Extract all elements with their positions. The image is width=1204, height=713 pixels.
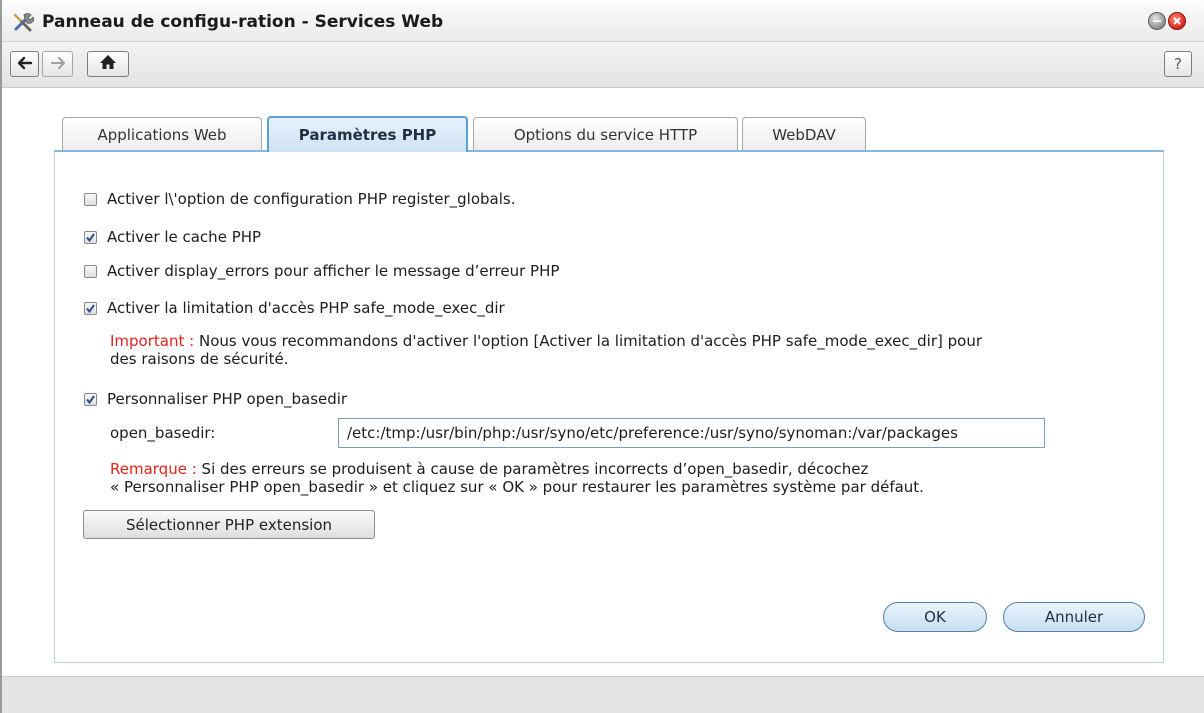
option-safe-mode-exec-dir[interactable]: Activer la limitation d'accès PHP safe_m…	[84, 299, 505, 317]
option-open-basedir[interactable]: Personnaliser PHP open_basedir	[84, 390, 347, 408]
back-button[interactable]	[10, 51, 39, 77]
important-line2: des raisons de sécurité.	[110, 350, 289, 368]
checkbox[interactable]	[84, 264, 97, 278]
cancel-button[interactable]: Annuler	[1003, 602, 1145, 632]
tab-bar: Applications Web Paramètres PHP Options …	[62, 116, 1164, 152]
toolbar: ?	[2, 42, 1204, 88]
select-php-extension-button[interactable]: Sélectionner PHP extension	[83, 510, 375, 539]
option-display-errors[interactable]: Activer display_errors pour afficher le …	[84, 262, 559, 280]
important-lead: Important :	[110, 332, 195, 350]
ok-button[interactable]: OK	[883, 602, 987, 632]
tab-parametres-php[interactable]: Paramètres PHP	[267, 116, 468, 152]
checkbox[interactable]	[84, 301, 97, 315]
important-line1: Nous vous recommandons d'activer l'optio…	[198, 332, 983, 350]
remark-line2: « Personnaliser PHP open_basedir » et cl…	[110, 478, 924, 496]
open-basedir-label: open_basedir:	[110, 424, 216, 442]
tools-icon	[12, 11, 36, 33]
option-label: Activer display_errors pour afficher le …	[107, 262, 560, 280]
option-register-globals[interactable]: Activer l\'option de configuration PHP r…	[84, 190, 515, 208]
help-button[interactable]: ?	[1164, 51, 1192, 77]
home-button[interactable]	[87, 51, 129, 77]
option-label: Activer l\'option de configuration PHP r…	[107, 190, 516, 208]
option-label: Activer le cache PHP	[107, 228, 262, 246]
arrow-left-icon	[17, 55, 33, 74]
minimize-icon[interactable]	[1148, 12, 1166, 30]
status-bar	[2, 676, 1204, 713]
tab-applications-web[interactable]: Applications Web	[62, 117, 262, 151]
checkbox[interactable]	[84, 392, 97, 406]
close-icon[interactable]	[1168, 12, 1186, 30]
tab-options-http[interactable]: Options du service HTTP	[473, 117, 738, 151]
option-php-cache[interactable]: Activer le cache PHP	[84, 228, 261, 246]
option-label: Activer la limitation d'accès PHP safe_m…	[107, 299, 505, 317]
title-bar: Panneau de configu-ration - Services Web	[2, 0, 1204, 42]
checkbox[interactable]	[84, 230, 97, 244]
tab-webdav[interactable]: WebDAV	[742, 117, 866, 151]
remark-lead: Remarque :	[110, 460, 197, 478]
forward-button[interactable]	[42, 51, 73, 77]
important-note: Important : Nous vous recommandons d'act…	[110, 332, 982, 368]
arrow-right-icon	[50, 55, 66, 74]
option-label: Personnaliser PHP open_basedir	[107, 390, 348, 408]
open-basedir-input[interactable]: /etc:/tmp:/usr/bin/php:/usr/syno/etc/pre…	[338, 418, 1045, 448]
control-panel-window: Panneau de configu-ration - Services Web…	[0, 0, 1204, 713]
window-title: Panneau de configu-ration - Services Web	[42, 12, 444, 32]
home-icon	[99, 54, 117, 74]
remark-note: Remarque : Si des erreurs se produisent …	[110, 460, 924, 496]
checkbox[interactable]	[84, 192, 97, 206]
remark-line1: Si des erreurs se produisent à cause de …	[201, 460, 869, 478]
